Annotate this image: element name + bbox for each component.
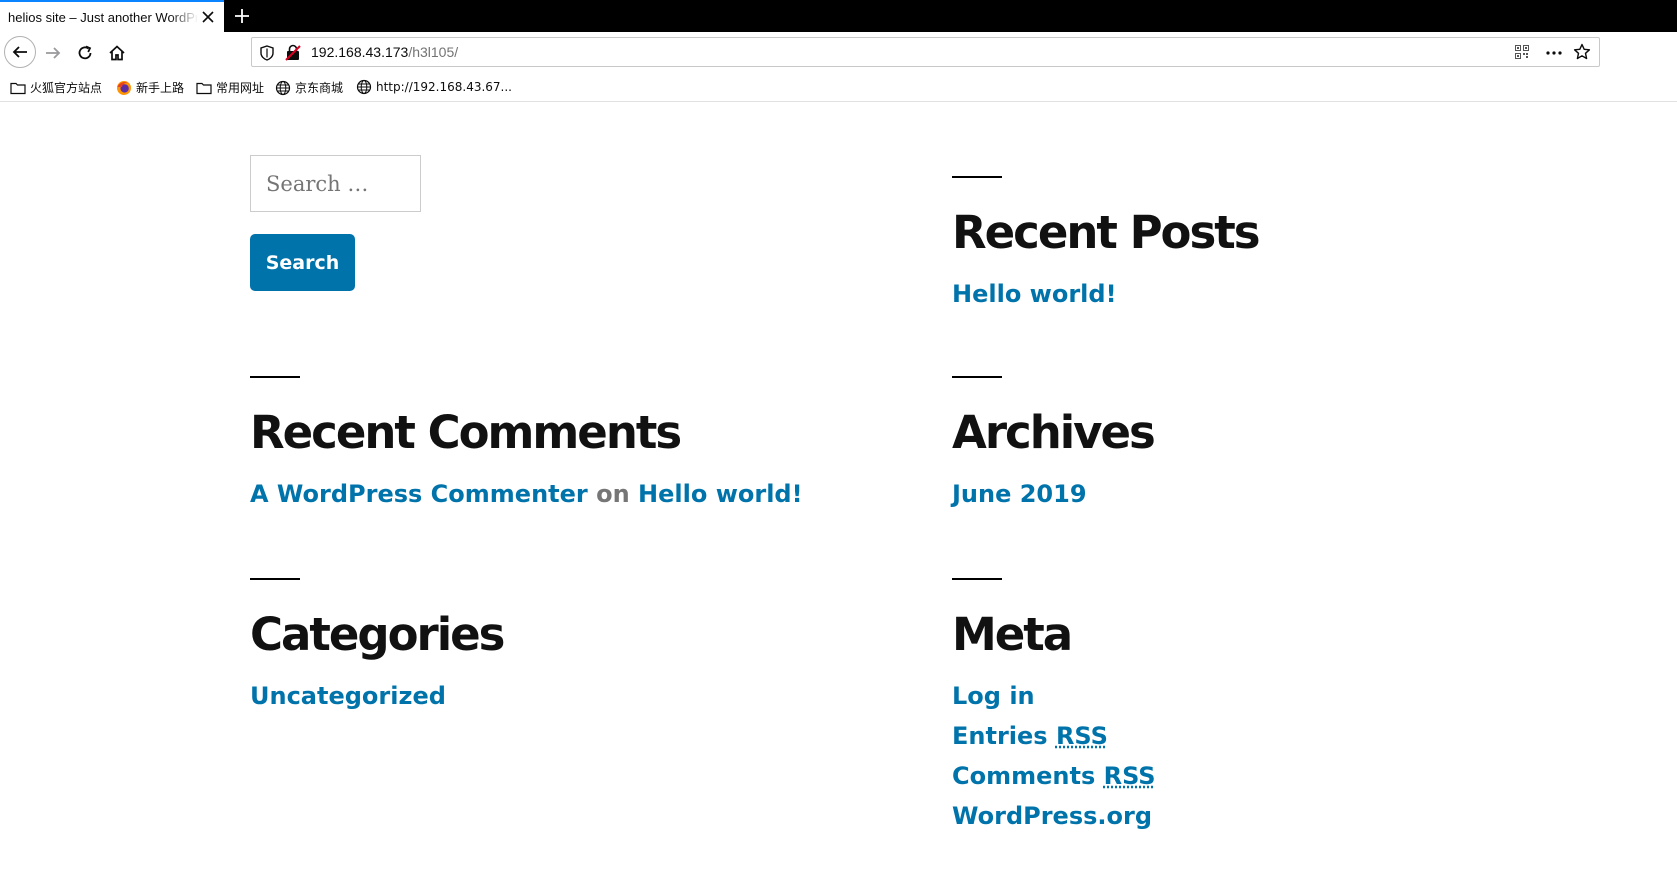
recent-comments-widget: Recent Comments A WordPress Commenter on… [250, 376, 803, 514]
firefox-icon [117, 80, 131, 95]
list-item: Entries RSS [952, 716, 1156, 756]
entries-label: Entries [952, 722, 1048, 750]
forward-button[interactable] [38, 38, 68, 68]
list-item: Uncategorized [250, 676, 503, 716]
comment-connector: on [596, 480, 630, 508]
reload-icon [78, 45, 92, 60]
reload-button[interactable] [70, 38, 100, 68]
insecure-lock-icon[interactable] [285, 44, 301, 61]
divider [250, 376, 300, 378]
bookmark-item[interactable]: http://192.168.43.67... [356, 79, 512, 95]
meta-list: Log in Entries RSS Comments RSS WordPres… [952, 676, 1156, 836]
recent-posts-list: Hello world! [952, 274, 1259, 314]
widget-title: Archives [952, 406, 1156, 459]
divider [952, 176, 1002, 178]
qr-code-icon[interactable] [1515, 45, 1529, 59]
arrow-right-icon [46, 47, 61, 59]
shield-icon[interactable] [260, 45, 274, 61]
search-button[interactable]: Search [250, 234, 355, 291]
bookmark-label: 京东商城 [295, 81, 344, 95]
entries-rss-link[interactable]: Entries RSS [952, 722, 1108, 750]
bookmark-label: 常用网址 [216, 81, 265, 95]
url-path: /h3l105/ [408, 44, 459, 60]
recent-comments-list: A WordPress Commenter on Hello world! [250, 474, 803, 514]
back-button[interactable] [4, 36, 36, 68]
globe-icon [356, 79, 372, 95]
search-input[interactable] [250, 155, 421, 212]
rss-abbr: RSS [1103, 762, 1156, 790]
list-item: Hello world! [952, 274, 1259, 314]
bookmark-label: http://192.168.43.67... [376, 80, 512, 94]
bookmark-label: 新手上路 [136, 81, 185, 95]
folder-icon [196, 82, 212, 94]
meta-widget: Meta Log in Entries RSS Comments RSS Wor… [952, 578, 1156, 836]
widget-title: Recent Posts [952, 206, 1261, 259]
archive-link[interactable]: June 2019 [952, 480, 1087, 508]
tab-bar: helios site – Just another WordPress sit… [0, 0, 1677, 32]
archives-list: June 2019 [952, 474, 1154, 514]
list-item: June 2019 [952, 474, 1154, 514]
tab-title: helios site – Just another WordPress sit… [8, 9, 198, 25]
address-bar[interactable]: 192.168.43.173/h3l105/ [251, 37, 1600, 67]
categories-list: Uncategorized [250, 676, 503, 716]
url-text[interactable]: 192.168.43.173/h3l105/ [311, 44, 458, 60]
categories-widget: Categories Uncategorized [250, 578, 505, 716]
home-icon [109, 45, 125, 61]
page-content: Search Recent Posts Hello world! Recent … [0, 103, 1677, 891]
comments-rss-link[interactable]: Comments RSS [952, 762, 1156, 790]
more-actions-icon[interactable] [1545, 44, 1563, 62]
tab-active[interactable]: helios site – Just another WordPress sit… [0, 0, 224, 32]
comment-author-link[interactable]: A WordPress Commenter [250, 480, 588, 508]
bookmark-item[interactable]: 京东商城 [275, 79, 343, 96]
bookmark-item[interactable]: 火狐官方站点 [10, 79, 102, 96]
list-item: A WordPress Commenter on Hello world! [250, 474, 803, 514]
globe-icon [275, 80, 291, 95]
bookmark-label: 火狐官方站点 [30, 81, 103, 95]
bookmarks-toolbar: 火狐官方站点 新手上路 常用网址 京东商城 http://192.168.43.… [0, 73, 1677, 102]
post-link[interactable]: Hello world! [952, 280, 1117, 308]
close-icon[interactable] [200, 9, 216, 25]
category-link[interactable]: Uncategorized [250, 682, 446, 710]
widget-title: Recent Comments [250, 406, 682, 459]
navigation-toolbar: 192.168.43.173/h3l105/ [0, 32, 1677, 73]
archives-widget: Archives June 2019 [952, 376, 1156, 514]
widget-title: Categories [250, 608, 505, 661]
comment-post-link[interactable]: Hello world! [638, 480, 803, 508]
arrow-left-icon [12, 46, 27, 58]
comments-label: Comments [952, 762, 1096, 790]
home-button[interactable] [102, 38, 132, 68]
log-in-link[interactable]: Log in [952, 682, 1035, 710]
divider [952, 376, 1002, 378]
wordpress-org-link[interactable]: WordPress.org [952, 802, 1152, 830]
bookmark-star-icon[interactable] [1573, 43, 1591, 61]
list-item: Log in [952, 676, 1156, 716]
bookmark-item[interactable]: 常用网址 [196, 79, 264, 96]
url-host: 192.168.43.173 [311, 44, 409, 60]
recent-posts-widget: Recent Posts Hello world! [952, 176, 1261, 314]
new-tab-icon[interactable] [232, 6, 252, 26]
widget-title: Meta [952, 608, 1073, 661]
rss-abbr: RSS [1055, 722, 1108, 750]
folder-icon [10, 82, 26, 94]
list-item: Comments RSS [952, 756, 1156, 796]
list-item: WordPress.org [952, 796, 1156, 836]
bookmark-item[interactable]: 新手上路 [116, 79, 184, 96]
divider [250, 578, 300, 580]
divider [952, 578, 1002, 580]
